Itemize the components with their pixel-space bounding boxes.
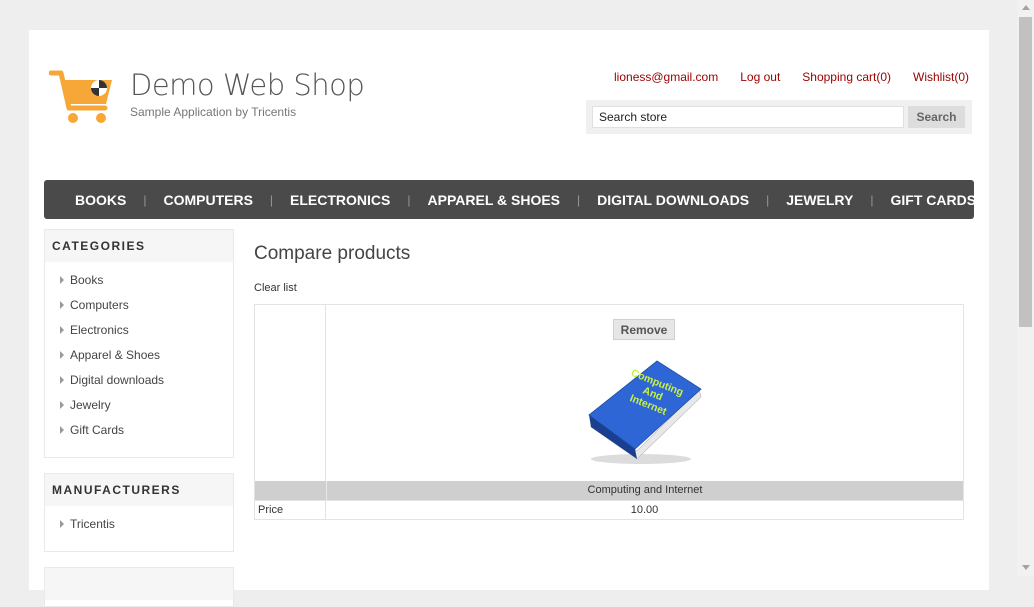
chevron-right-icon [60, 275, 64, 284]
product-name-link[interactable]: Computing and Internet [326, 481, 963, 500]
category-label: Computers [70, 298, 129, 312]
category-item-gift-cards[interactable]: Gift Cards [45, 418, 233, 443]
category-label: Apparel & Shoes [70, 348, 161, 362]
manufacturer-item-tricentis[interactable]: Tricentis [45, 512, 233, 537]
manufacturers-block: MANUFACTURERS Tricentis [44, 473, 234, 552]
categories-block: CATEGORIES Books Computers Electronics A… [44, 229, 234, 458]
chevron-right-icon [60, 350, 64, 359]
manufacturer-label: Tricentis [70, 517, 115, 531]
scroll-up-arrow-icon[interactable] [1022, 5, 1030, 10]
categories-title: CATEGORIES [45, 230, 233, 262]
chevron-right-icon [60, 325, 64, 334]
remove-button[interactable]: Remove [613, 319, 675, 340]
category-label: Electronics [70, 323, 129, 337]
wishlist-link[interactable]: Wishlist(0) [913, 70, 969, 84]
page-container: Demo Web Shop Sample Application by Tric… [29, 30, 989, 607]
category-item-apparel-shoes[interactable]: Apparel & Shoes [45, 343, 233, 368]
shopping-cart-link[interactable]: Shopping cart(0) [802, 70, 891, 84]
top-menu-computers[interactable]: COMPUTERS [146, 192, 269, 208]
category-item-digital-downloads[interactable]: Digital downloads [45, 368, 233, 393]
manufacturers-list: Tricentis [45, 506, 233, 543]
chevron-right-icon [60, 400, 64, 409]
logout-link[interactable]: Log out [740, 70, 780, 84]
site-logo[interactable]: Demo Web Shop Sample Application by Tric… [49, 66, 365, 126]
header-links: lioness@gmail.com Log out Shopping cart(… [614, 70, 969, 84]
vertical-scrollbar[interactable] [1017, 0, 1034, 576]
category-label: Jewelry [70, 398, 111, 412]
search-box: Search [586, 100, 972, 134]
chevron-right-icon [60, 375, 64, 384]
shopping-cart-logo-icon [49, 70, 112, 123]
chevron-right-icon [60, 425, 64, 434]
price-label: Price [258, 504, 284, 516]
chevron-right-icon [60, 519, 64, 528]
price-row: Price 10.00 [255, 500, 963, 519]
book-image[interactable]: Computing And Internet [583, 355, 703, 467]
category-label: Gift Cards [70, 423, 125, 437]
logo-title: Demo Web Shop [130, 68, 365, 102]
top-menu-jewelry[interactable]: JEWELRY [769, 192, 870, 208]
product-name-row: Computing and Internet [255, 481, 963, 500]
search-input[interactable] [592, 106, 904, 128]
category-item-computers[interactable]: Computers [45, 293, 233, 318]
scroll-down-arrow-icon[interactable] [1022, 565, 1030, 570]
top-menu: BOOKS | COMPUTERS | ELECTRONICS | APPARE… [44, 180, 976, 219]
chevron-right-icon [60, 300, 64, 309]
search-button[interactable]: Search [908, 106, 965, 128]
logo-subtitle: Sample Application by Tricentis [130, 105, 297, 119]
compare-products-table: Remove Computing And Internet Computing … [254, 304, 964, 520]
next-sidebar-block [44, 567, 234, 607]
manufacturers-title: MANUFACTURERS [45, 474, 233, 506]
account-link[interactable]: lioness@gmail.com [614, 70, 718, 84]
clear-list-link[interactable]: Clear list [254, 282, 297, 294]
category-item-books[interactable]: Books [45, 268, 233, 293]
category-item-jewelry[interactable]: Jewelry [45, 393, 233, 418]
top-menu-digital-downloads[interactable]: DIGITAL DOWNLOADS [580, 192, 766, 208]
category-label: Digital downloads [70, 373, 165, 387]
next-block-title [45, 568, 233, 600]
category-item-electronics[interactable]: Electronics [45, 318, 233, 343]
price-value: 10.00 [630, 504, 659, 516]
category-label: Books [70, 273, 104, 287]
categories-list: Books Computers Electronics Apparel & Sh… [45, 262, 233, 449]
top-menu-apparel-shoes[interactable]: APPAREL & SHOES [411, 192, 578, 208]
top-menu-electronics[interactable]: ELECTRONICS [273, 192, 407, 208]
scrollbar-thumb[interactable] [1019, 17, 1032, 327]
top-menu-gift-cards[interactable]: GIFT CARDS [873, 192, 993, 208]
top-menu-books[interactable]: BOOKS [58, 192, 143, 208]
page-title: Compare products [254, 243, 411, 264]
